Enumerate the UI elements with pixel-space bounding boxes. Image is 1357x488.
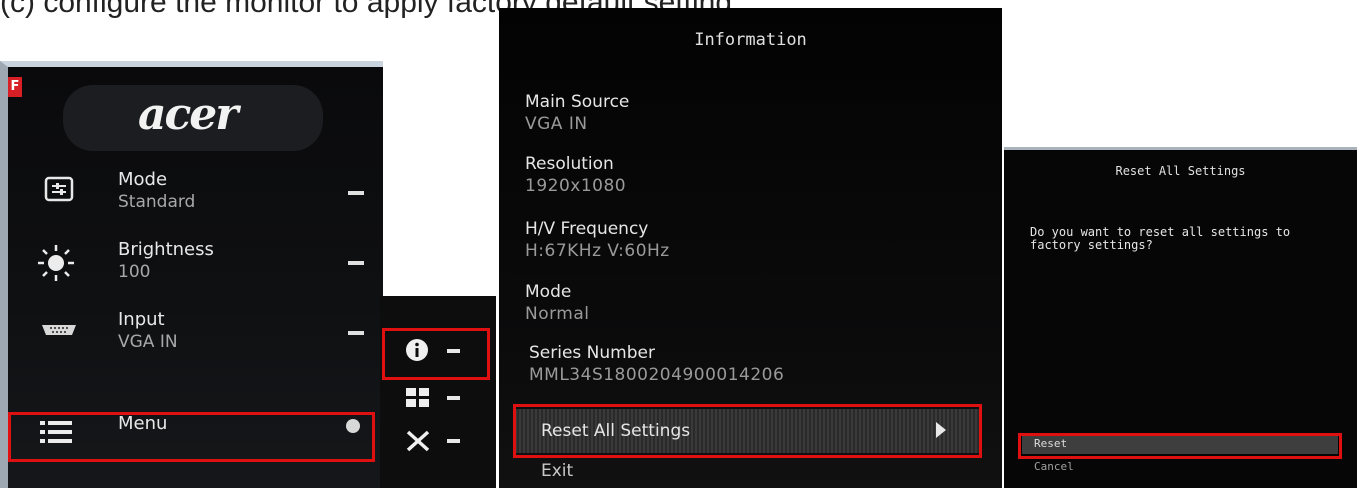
mode-label: Mode — [118, 169, 168, 190]
brightness-label: Brightness — [118, 239, 214, 260]
info-key-highlight[interactable] — [382, 328, 490, 380]
grid-icon[interactable] — [406, 388, 430, 408]
brightness-hotkey-dash — [348, 261, 364, 265]
input-label: Input — [118, 309, 165, 330]
close-icon[interactable] — [406, 430, 430, 452]
main-source-label: Main Source — [525, 92, 630, 112]
reset-dialog-title: Reset All Settings — [1115, 164, 1246, 178]
corner-badge: F — [8, 77, 22, 97]
main-osd-panel: F acer Mode Standard Brightness 100 Inpu… — [0, 61, 383, 488]
reset-dialog-message: Do you want to reset all settings to fac… — [1030, 225, 1291, 252]
reset-dialog-panel: Reset All Settings Do you want to reset … — [1004, 147, 1357, 488]
hotkey-strip — [380, 296, 496, 488]
resolution-label: Resolution — [525, 154, 614, 174]
brightness-value: 100 — [118, 262, 151, 282]
information-panel: Information Main Source VGA IN Resolutio… — [499, 8, 1002, 488]
reset-option-highlight[interactable] — [1018, 433, 1342, 459]
menu-row-highlight[interactable] — [8, 412, 375, 462]
grid-hotkey-dash — [447, 396, 460, 400]
series-number-label: Series Number — [529, 343, 655, 363]
main-source-value: VGA IN — [525, 114, 588, 134]
vga-connector-icon — [42, 325, 76, 335]
resolution-value: 1920x1080 — [525, 176, 627, 196]
close-hotkey-dash — [447, 439, 460, 443]
frequency-label: H/V Frequency — [525, 219, 649, 239]
mode-icon — [44, 176, 74, 202]
exit-label[interactable]: Exit — [541, 461, 573, 481]
information-title: Information — [694, 30, 807, 50]
brand-logo: acer — [138, 89, 238, 140]
cancel-option[interactable]: Cancel — [1034, 460, 1074, 473]
frequency-value: H:67KHz V:60Hz — [525, 241, 670, 261]
mode-info-value: Normal — [525, 304, 590, 324]
input-value: VGA IN — [118, 332, 178, 352]
series-number-value: MML34S1800204900014206 — [529, 365, 785, 385]
mode-info-label: Mode — [525, 282, 572, 302]
mode-hotkey-dash — [348, 191, 364, 195]
reset-row-highlight[interactable] — [513, 404, 982, 458]
mode-value: Standard — [118, 192, 196, 212]
input-hotkey-dash — [348, 331, 364, 335]
sun-icon — [38, 245, 74, 281]
